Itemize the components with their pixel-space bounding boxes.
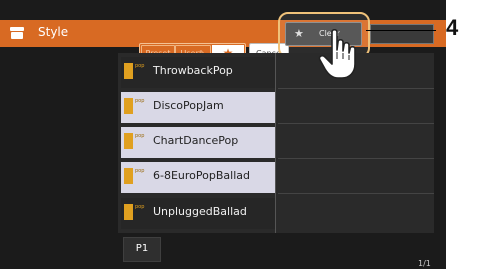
pop-category-icon: pop [124,63,144,79]
callout-number: 4 [446,15,459,40]
screen: Style Preset User✎ ★ Cance ★ Clear pop T… [0,0,446,269]
list-item[interactable]: pop UnpluggedBallad [118,196,278,230]
column-divider [275,53,276,233]
pop-category-icon: pop [124,204,144,220]
style-name: 6-8EuroPopBallad [153,169,250,182]
style-name: DiscoPopJam [153,99,224,112]
list-item[interactable]: pop 6-8EuroPopBallad [118,160,278,194]
page-title: Style [38,25,69,39]
row-divider [278,123,434,124]
row-divider [278,193,434,194]
pop-badge-text: pop [135,133,145,139]
list-item[interactable]: pop ChartDancePop [118,125,278,159]
style-name: ChartDancePop [153,134,239,147]
callout-leader [366,30,436,31]
header-extra-button[interactable] [370,24,434,44]
list-item[interactable]: pop ThrowbackPop [118,55,278,89]
pop-badge-text: pop [135,204,145,210]
style-icon [10,27,24,39]
pop-badge-text: pop [135,63,145,69]
page-indicator: 1/1 [418,259,431,268]
pop-category-icon: pop [124,98,144,114]
style-name: ThrowbackPop [153,64,233,77]
pop-category-icon: pop [124,133,144,149]
pop-badge-text: pop [135,98,145,104]
row-divider [278,88,434,89]
row-divider [278,158,434,159]
style-name: UnpluggedBallad [153,205,247,218]
list-item[interactable]: pop DiscoPopJam [118,90,278,124]
style-list: pop ThrowbackPop pop DiscoPopJam pop Cha… [118,53,434,233]
pointing-hand-icon [318,28,356,79]
pop-category-icon: pop [124,168,144,184]
pop-badge-text: pop [135,168,145,174]
tab-p1[interactable]: P1 [123,237,161,262]
